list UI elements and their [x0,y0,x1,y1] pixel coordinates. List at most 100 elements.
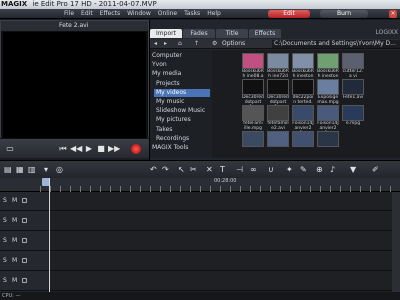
thumbnail-image [342,105,364,121]
folder-tree-item[interactable]: Yvon [152,61,167,69]
pen-icon[interactable]: ✎ [300,165,307,175]
timeline-view-icon[interactable]: ▦ [16,165,24,175]
track-lane[interactable] [48,272,392,291]
cut-icon[interactable]: ✂ [190,165,197,175]
zoom-icon[interactable]: ⊕ [316,165,323,175]
track-lane[interactable] [48,212,392,231]
reel-icon[interactable]: ◎ [56,165,63,175]
menu-effects[interactable]: Effects [100,9,120,19]
tab-title[interactable]: Title [216,29,248,38]
folder-tree-item[interactable]: MAGIX Tools [152,144,188,152]
forward-icon[interactable]: ▸ [164,39,167,49]
options-button[interactable]: Options [222,39,245,49]
project-view-icon[interactable]: ▤ [4,165,12,175]
mute-button[interactable]: M [12,212,17,230]
video-screen[interactable] [3,32,146,150]
folder-up-icon[interactable]: ↑ [194,39,199,49]
lock-icon[interactable] [22,238,27,243]
tab-import[interactable]: Import [150,29,182,38]
marker-icon[interactable]: ▼ [350,165,356,175]
folder-tree-item[interactable]: My pictures [156,116,191,124]
thumbnail-image [242,79,264,95]
effects-icon[interactable]: ✦ [286,165,293,175]
folder-tree-item[interactable]: Computer [152,52,182,60]
redo-icon[interactable]: ↷ [162,165,169,175]
file-thumbnail[interactable] [292,131,314,162]
mute-button[interactable]: M [12,192,17,210]
tab-fades[interactable]: Fades [183,29,215,38]
menu-window[interactable]: Window [127,9,151,19]
back-icon[interactable]: ◂ [154,39,157,49]
text-icon[interactable]: T [220,165,225,175]
folder-tree-item[interactable]: Projects [156,80,180,88]
vertical-scrollbar[interactable] [392,192,400,292]
solo-button[interactable]: S [3,252,7,270]
thumbnail-image [267,79,289,95]
split-icon[interactable]: ⊣ [236,165,243,175]
mute-button[interactable]: M [12,232,17,250]
delete-icon[interactable]: ✕ [206,165,213,175]
storyboard-icon[interactable]: ▥ [28,165,36,175]
menu-help[interactable]: Help [207,9,221,19]
burn-mode-button[interactable]: Burn [320,10,368,18]
record-icon[interactable] [131,144,141,154]
track-lane[interactable] [48,252,392,271]
timeline-ruler[interactable]: 00:28:00 [40,178,400,192]
menu-edit[interactable]: Edit [81,9,93,19]
mute-button[interactable]: M [12,272,17,290]
status-text: CPU: — [2,293,21,299]
thumbnail-image [292,79,314,95]
menu-bar: File Edit Effects Window Online Tasks He… [0,9,400,19]
file-thumbnail[interactable] [242,131,264,162]
media-pool-tabs: Import Fades Title Effects [150,29,282,38]
lock-icon[interactable] [22,218,27,223]
folder-tree-item[interactable]: Takes [156,126,172,134]
close-icon[interactable]: × [389,10,397,18]
solo-button[interactable]: S [3,192,7,210]
thumbnail-image [317,53,339,69]
title-bar: MAGIX ie Edit Pro 17 HD - 2011-04-07.MVP [0,0,400,9]
folder-tree-item[interactable]: My videos [154,88,210,97]
solo-button[interactable]: S [3,212,7,230]
folder-icon[interactable]: ▭ [4,143,16,155]
play-icon[interactable]: ▶ [84,143,94,155]
undo-icon[interactable]: ↶ [150,165,157,175]
fast-forward-icon[interactable]: ▶▶ [108,143,120,155]
track-header: SM [0,232,48,251]
file-thumbnail[interactable]: e.mpg [342,105,364,136]
rewind-icon[interactable]: ◀◀ [70,143,82,155]
tab-effects[interactable]: Effects [249,29,281,38]
monitor-header: Fete 2.avi [1,21,148,31]
track-header: SM [0,272,48,291]
menu-file[interactable]: File [64,9,74,19]
file-thumbnail[interactable] [317,131,339,162]
arrow-dropdown-icon[interactable]: ▾ [44,165,48,175]
menu-online[interactable]: Online [158,9,177,19]
solo-button[interactable]: S [3,272,7,290]
solo-button[interactable]: S [3,232,7,250]
folder-tree-item[interactable]: My media [152,70,181,78]
folder-tree-item[interactable]: My music [156,98,184,106]
folder-tree-item[interactable]: Slideshow Music [156,107,205,115]
previous-marker-icon[interactable]: ⏮ [58,143,68,155]
audio-icon[interactable]: ♪ [330,165,335,175]
edit-mode-button[interactable]: Edit [268,10,310,18]
stop-icon[interactable]: ■ [96,143,106,155]
lock-icon[interactable] [22,198,27,203]
lock-icon[interactable] [22,258,27,263]
lock-icon[interactable] [22,278,27,283]
mute-button[interactable]: M [12,252,17,270]
file-thumbnail[interactable] [267,131,289,162]
menu-tasks[interactable]: Tasks [184,9,200,19]
edit-icon[interactable]: ✐ [372,165,379,175]
gear-icon[interactable]: ⚙ [212,39,217,49]
folder-tree-item[interactable]: Recordings [156,135,189,143]
magnet-icon[interactable]: ∪ [268,165,274,175]
home-icon[interactable]: ⌂ [178,39,182,49]
playhead[interactable] [49,178,50,292]
link-icon[interactable]: ∞ [250,165,257,175]
path-field[interactable]: C:\Documents and Settings\Yvon\My D... [272,40,400,48]
track-lane[interactable] [48,192,392,211]
select-icon[interactable]: ↖ [178,165,185,175]
track-lane[interactable] [48,232,392,251]
